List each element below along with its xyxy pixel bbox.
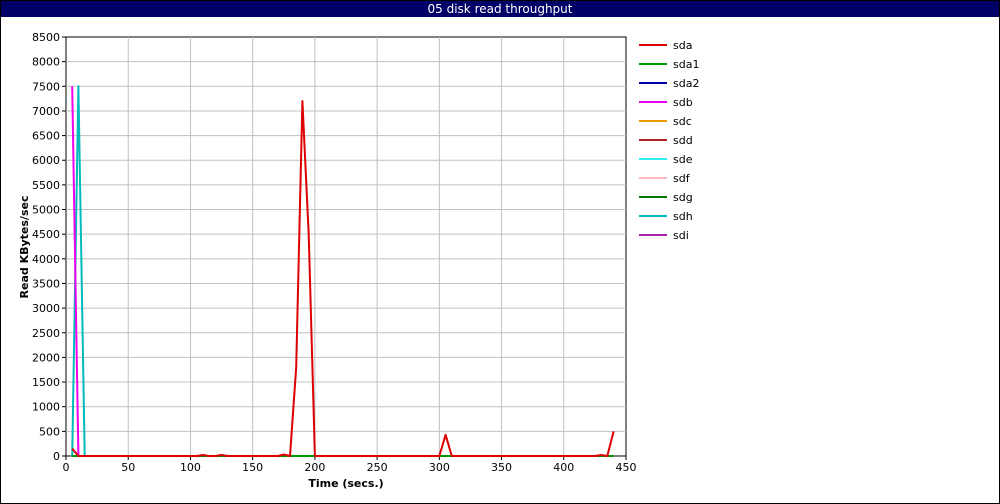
y-tick-label: 500 (39, 425, 60, 438)
y-tick-label: 3000 (32, 302, 60, 315)
y-tick-label: 3500 (32, 277, 60, 290)
legend-label-sda2: sda2 (673, 77, 699, 90)
y-tick-label: 6000 (32, 154, 60, 167)
x-axis-title: Time (secs.) (308, 477, 383, 490)
chart-frame: 05 disk read throughput 0 50 100 150 200 250 3… (0, 0, 1000, 504)
legend-label-sdc: sdc (673, 115, 692, 128)
y-tick-label: 8500 (32, 31, 60, 44)
y-tick-label: 5500 (32, 179, 60, 192)
x-tick-label: 350 (491, 461, 512, 474)
legend-label-sdg: sdg (673, 191, 693, 204)
chart-svg: 0 50 100 150 200 250 300 350 400 4500500100015002… (18, 31, 699, 490)
y-tick-label: 0 (53, 450, 60, 463)
y-tick-label: 4000 (32, 253, 60, 266)
x-tick-label: 50 (121, 461, 135, 474)
legend-label-sdf: sdf (673, 172, 691, 185)
x-tick-label: 300 (429, 461, 450, 474)
x-tick-label: 0 (63, 461, 70, 474)
legend-label-sdi: sdi (673, 229, 689, 242)
x-tick-label: 400 (553, 461, 574, 474)
y-tick-label: 2500 (32, 327, 60, 340)
y-tick-label: 4500 (32, 228, 60, 241)
x-tick-label: 450 (616, 461, 637, 474)
y-tick-label: 1500 (32, 376, 60, 389)
legend-label-sdh: sdh (673, 210, 693, 223)
y-tick-label: 8000 (32, 56, 60, 69)
legend-label-sda1: sda1 (673, 58, 699, 71)
x-tick-label: 200 (304, 461, 325, 474)
y-tick-label: 1000 (32, 401, 60, 414)
legend: sda sda1 sda2 sdb sdc sdd sde sdf sdg sdh sdi (639, 39, 699, 242)
legend-label-sdb: sdb (673, 96, 693, 109)
legend-label-sdd: sdd (673, 134, 693, 147)
x-tick-label: 250 (367, 461, 388, 474)
legend-label-sde: sde (673, 153, 693, 166)
y-tick-label: 6500 (32, 130, 60, 143)
legend-label-sda: sda (673, 39, 692, 52)
x-tick-label: 150 (242, 461, 263, 474)
plot-area (65, 36, 627, 457)
y-tick-label: 2000 (32, 351, 60, 364)
x-tick-label: 100 (180, 461, 201, 474)
y-tick-label: 7500 (32, 80, 60, 93)
y-tick-label: 5000 (32, 204, 60, 217)
y-tick-label: 7000 (32, 105, 60, 118)
y-axis-title: Read KBytes/sec (18, 196, 31, 299)
